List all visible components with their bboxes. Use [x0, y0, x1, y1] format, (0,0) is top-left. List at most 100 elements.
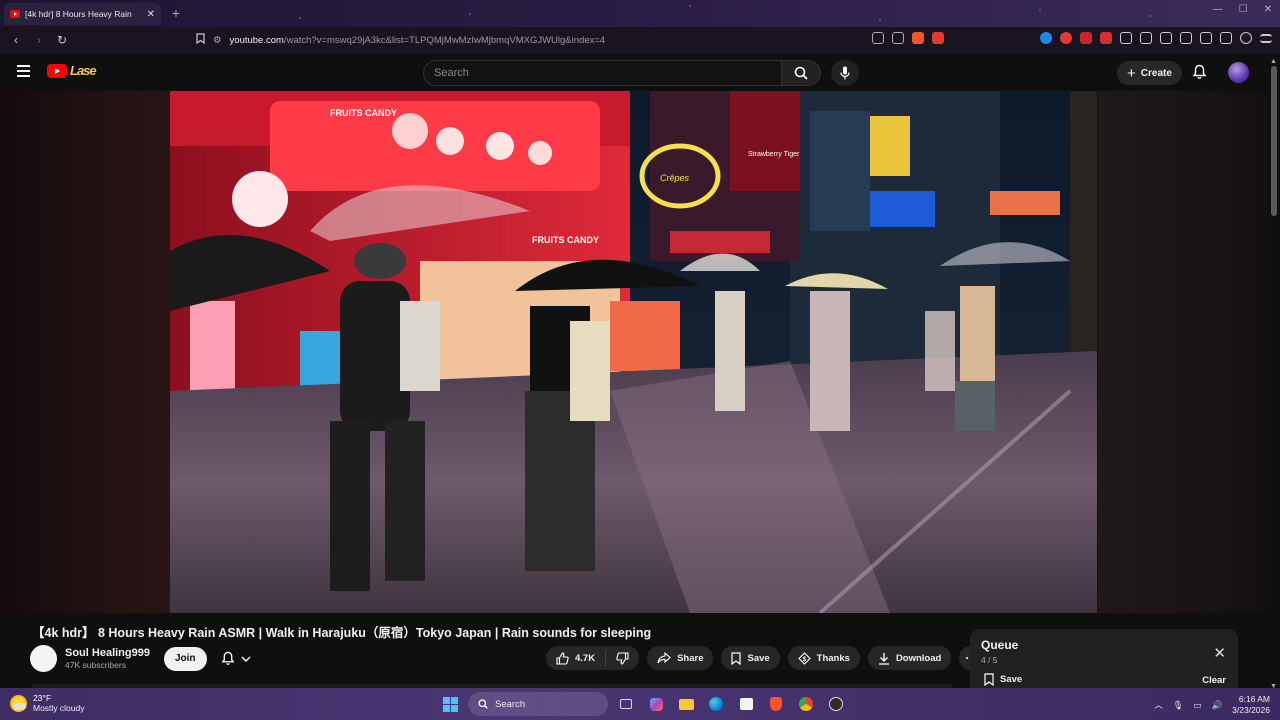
browser-menu-icon[interactable] [1260, 33, 1272, 43]
account-avatar[interactable] [1228, 62, 1249, 83]
site-info-icon[interactable]: ⚙ [213, 35, 222, 46]
reload-icon[interactable]: ↻ [52, 33, 72, 47]
scroll-up-icon[interactable]: ▲ [1270, 58, 1277, 65]
chrome-browser-icon[interactable] [794, 692, 818, 716]
extension-youtube-icon[interactable] [1060, 32, 1072, 44]
search-input[interactable]: Search [423, 60, 781, 86]
save-button[interactable]: Save [721, 646, 780, 670]
extension-puzzle-icon[interactable] [1120, 32, 1132, 44]
minimize-icon[interactable]: — [1213, 4, 1223, 15]
close-window-icon[interactable]: ✕ [1264, 4, 1272, 15]
browser-toolbar: ‹ › ↻ ⚙ youtube.com/watch?v=mswq29jA3kc&… [0, 27, 1280, 53]
brave-shield-icon[interactable] [912, 32, 924, 44]
thanks-button[interactable]: $ Thanks [787, 646, 860, 670]
notifications-button[interactable] [1192, 64, 1207, 85]
weather-condition: Mostly cloudy [33, 703, 85, 713]
player-ambient-right [1098, 91, 1268, 613]
tab-title: [4k hdr] 8 Hours Heavy Rain [25, 9, 132, 19]
volume-icon[interactable]: 🔊 [1212, 700, 1223, 711]
network-icon[interactable]: ▭ [1194, 700, 1202, 711]
download-button[interactable]: Download [867, 646, 952, 670]
download-label: Download [895, 652, 942, 664]
like-button[interactable]: 4.7K [546, 646, 605, 670]
thanks-label: Thanks [816, 652, 850, 664]
channel-row: Soul Healing999 47K subscribers Join [30, 645, 251, 672]
tab-bar-background [0, 0, 1280, 27]
thanks-dollar-icon: $ [797, 651, 811, 665]
url-domain: youtube.com [229, 34, 284, 46]
brave-browser-icon[interactable] [764, 692, 788, 716]
task-view-icon[interactable] [614, 692, 638, 716]
music-icon[interactable] [1160, 32, 1172, 44]
address-bar[interactable]: ⚙ youtube.com/watch?v=mswq29jA3kc&list=T… [196, 30, 936, 50]
tray-overflow-chevron-icon[interactable]: ︿ [1154, 699, 1163, 711]
sidebar-icon[interactable] [1180, 32, 1192, 44]
taskbar-search[interactable]: Search [468, 692, 608, 716]
share-label: Share [677, 652, 704, 664]
player-ambient-left [0, 91, 170, 613]
extension-box-icon[interactable] [1140, 32, 1152, 44]
extension-bar [872, 32, 1272, 44]
share-page-icon[interactable] [892, 32, 904, 44]
leo-ai-icon[interactable] [1220, 32, 1232, 44]
queue-save-button[interactable]: Save [984, 673, 1022, 686]
obs-studio-icon[interactable] [824, 692, 848, 716]
close-tab-icon[interactable]: ✕ [147, 9, 155, 20]
youtube-logo[interactable]: Lase [47, 63, 97, 78]
copilot-icon[interactable] [644, 692, 668, 716]
share-button[interactable]: Share [647, 646, 714, 670]
window-controls: — ☐ ✕ [1213, 4, 1272, 15]
microphone-tray-icon[interactable]: 🎙 [1173, 700, 1184, 711]
vpn-shield-icon[interactable] [1240, 32, 1252, 44]
queue-count: 4 / 5 [981, 655, 998, 665]
menu-hamburger-icon[interactable] [17, 65, 30, 77]
plus-icon: + [1127, 64, 1136, 82]
weather-widget[interactable]: 23°F Mostly cloudy [10, 693, 85, 713]
reader-mode-icon[interactable] [872, 32, 884, 44]
subscription-bell-button[interactable] [221, 651, 251, 666]
bookmark-icon[interactable] [196, 33, 205, 47]
search-icon [794, 66, 808, 80]
rewards-icon[interactable] [932, 32, 944, 44]
search-button[interactable] [781, 60, 821, 86]
browser-tab-active[interactable]: [4k hdr] 8 Hours Heavy Rain ✕ [4, 3, 161, 25]
new-tab-button[interactable]: + [168, 5, 184, 21]
channel-name[interactable]: Soul Healing999 [65, 647, 150, 659]
back-icon[interactable]: ‹ [6, 33, 26, 47]
windows-logo-icon [442, 696, 458, 712]
share-icon [657, 652, 671, 664]
video-player[interactable]: FRUITS CANDY FRUITS CANDY Strawberry Tig… [170, 91, 1097, 613]
taskbar-clock[interactable]: 6:16 AM 3/23/2026 [1232, 694, 1270, 716]
like-dislike-group: 4.7K [546, 646, 640, 670]
start-button[interactable] [438, 692, 462, 716]
queue-title: Queue [981, 638, 1019, 652]
wallet-icon[interactable] [1200, 32, 1212, 44]
channel-avatar[interactable] [30, 645, 57, 672]
search-icon [478, 699, 488, 709]
voice-search-button[interactable] [831, 60, 859, 86]
video-actions: 4.7K Share Save $ Thanks Download ··· [546, 646, 984, 670]
create-button[interactable]: + Create [1117, 61, 1182, 85]
queue-clear-button[interactable]: Clear [1202, 675, 1226, 686]
like-count: 4.7K [575, 652, 596, 664]
extension-red2-icon[interactable] [1100, 32, 1112, 44]
video-frame: FRUITS CANDY FRUITS CANDY Strawberry Tig… [170, 91, 1097, 613]
system-tray: ︿ 🎙 ▭ 🔊 6:16 AM 3/23/2026 [1154, 694, 1270, 716]
file-explorer-icon[interactable] [674, 692, 698, 716]
dislike-button[interactable] [606, 646, 639, 670]
maximize-icon[interactable]: ☐ [1239, 4, 1248, 15]
close-queue-icon[interactable]: ✕ [1213, 644, 1226, 662]
edge-browser-icon[interactable] [704, 692, 728, 716]
queue-panel: Queue 4 / 5 ✕ Save Clear [970, 629, 1238, 691]
bell-icon [1192, 64, 1207, 79]
clock-time: 6:16 AM [1238, 694, 1270, 704]
forward-icon[interactable]: › [29, 33, 49, 47]
microsoft-store-icon[interactable] [734, 692, 758, 716]
extension-globe-icon[interactable] [1040, 32, 1052, 44]
scrollbar-thumb[interactable] [1271, 66, 1277, 216]
join-button[interactable]: Join [163, 646, 207, 671]
extension-red-icon[interactable] [1080, 32, 1092, 44]
thumbs-up-icon [556, 651, 569, 665]
taskbar-apps: Search [438, 692, 848, 716]
page-scrollbar[interactable]: ▲ ▼ [1270, 58, 1278, 690]
